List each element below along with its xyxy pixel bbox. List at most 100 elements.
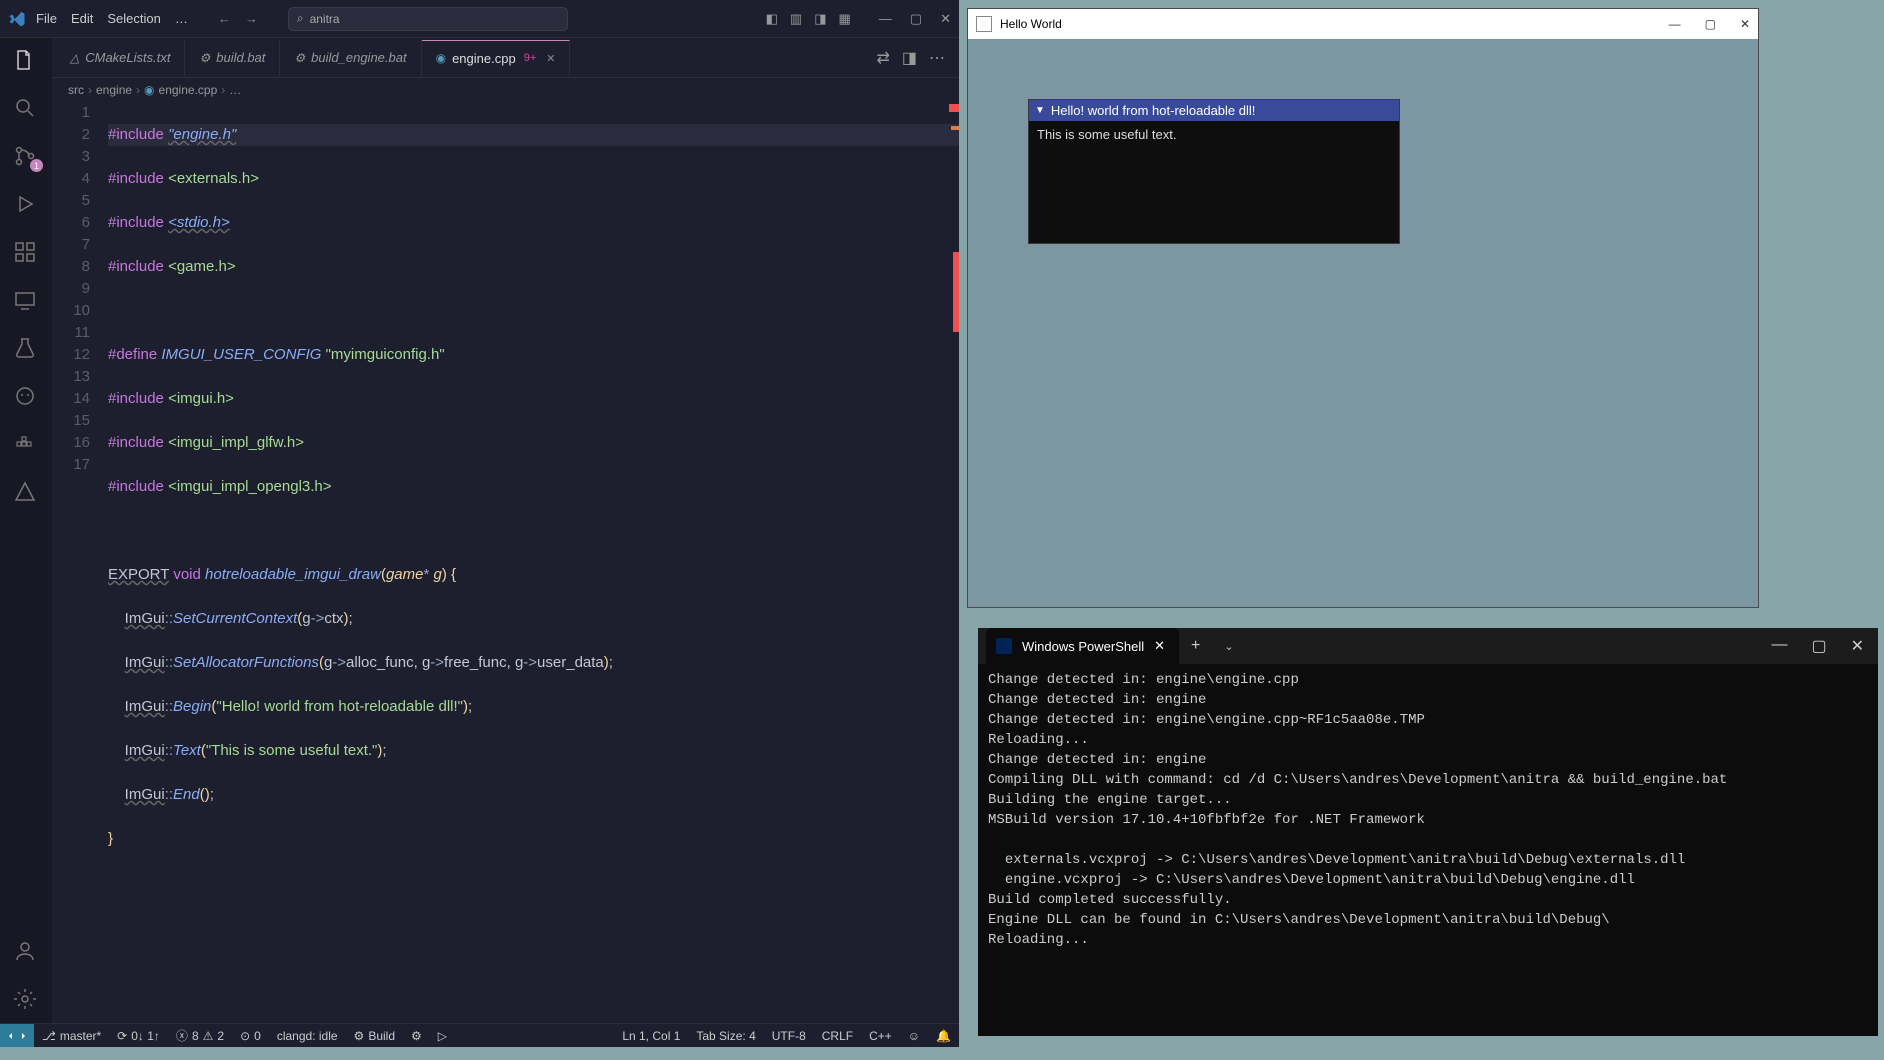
tab-cmakelists[interactable]: △CMakeLists.txt — [56, 40, 185, 76]
activity-testing-icon[interactable] — [13, 336, 39, 362]
nav-arrows: ← → — [218, 11, 258, 26]
tab-dropdown-icon[interactable]: ⌄ — [1212, 640, 1245, 653]
sync-icon: ⟳ — [117, 1029, 127, 1043]
status-feedback-icon[interactable]: ☺ — [900, 1029, 928, 1043]
status-problems[interactable]: ⓧ8 ⚠2 — [168, 1027, 232, 1044]
code-editor[interactable]: 1234567891011121314151617 #include "engi… — [52, 102, 959, 1023]
window-maximize-icon[interactable]: ▢ — [910, 11, 922, 27]
cmake-file-icon: △ — [70, 51, 79, 65]
status-tabsize[interactable]: Tab Size: 4 — [688, 1029, 763, 1043]
new-tab-button[interactable]: + — [1179, 637, 1212, 655]
activity-extensions-icon[interactable] — [13, 240, 39, 266]
layout-customize-icon[interactable]: ▦ — [839, 11, 851, 27]
terminal-tab-powershell[interactable]: Windows PowerShell ✕ — [986, 628, 1179, 664]
tab-engine-cpp[interactable]: ◉engine.cpp9+✕ — [422, 40, 571, 76]
menu-edit[interactable]: Edit — [71, 11, 93, 26]
window-close-icon[interactable]: ✕ — [1851, 636, 1864, 656]
tab-overflow-icon[interactable]: ⋯ — [929, 48, 945, 68]
tab-build-bat[interactable]: ⚙build.bat — [185, 40, 280, 76]
activity-cmake-icon[interactable] — [13, 480, 39, 506]
activity-remote-icon[interactable] — [13, 288, 39, 314]
hello-world-window: Hello World — ▢ ✕ ▼ Hello! world from ho… — [967, 8, 1759, 608]
branch-icon: ⎇ — [42, 1029, 56, 1043]
gear-icon: ⚙ — [354, 1029, 365, 1043]
status-bar: ⎇master* ⟳0↓ 1↑ ⓧ8 ⚠2 ⊙0 clangd: idle ⚙B… — [0, 1023, 959, 1047]
status-ports[interactable]: ⊙0 — [232, 1029, 269, 1043]
status-build[interactable]: ⚙Build — [346, 1029, 403, 1043]
layout-toggle-panel-icon[interactable]: ▥ — [790, 11, 802, 27]
editor-tabs: △CMakeLists.txt ⚙build.bat ⚙build_engine… — [52, 38, 959, 78]
terminal-tabs: Windows PowerShell ✕ + ⌄ — ▢ ✕ — [978, 628, 1878, 664]
activity-debug-icon[interactable] — [13, 192, 39, 218]
status-branch[interactable]: ⎇master* — [34, 1029, 109, 1043]
activity-copilot-icon[interactable] — [13, 384, 39, 410]
status-eol[interactable]: CRLF — [814, 1029, 861, 1043]
window-minimize-icon[interactable]: — — [879, 11, 892, 26]
status-language[interactable]: C++ — [861, 1029, 900, 1043]
status-debug-config-icon[interactable]: ⚙ — [403, 1029, 430, 1043]
close-tab-icon[interactable]: ✕ — [546, 52, 555, 65]
imgui-body: This is some useful text. — [1029, 121, 1399, 243]
imgui-window[interactable]: ▼ Hello! world from hot-reloadable dll! … — [1028, 99, 1400, 244]
nav-back-icon[interactable]: ← — [218, 11, 231, 26]
cpp-file-icon: ◉ — [436, 51, 446, 65]
imgui-titlebar[interactable]: ▼ Hello! world from hot-reloadable dll! — [1029, 100, 1399, 121]
nav-forward-icon[interactable]: → — [245, 11, 258, 26]
error-icon: ⓧ — [176, 1027, 188, 1044]
powershell-window: Windows PowerShell ✕ + ⌄ — ▢ ✕ Change de… — [978, 628, 1878, 1036]
command-center[interactable]: ⌕ anitra — [288, 7, 568, 31]
menu-bar: File Edit Selection … — [36, 11, 188, 26]
activity-scm-icon[interactable]: 1 — [13, 144, 39, 170]
app-title: Hello World — [1000, 17, 1062, 31]
activity-explorer-icon[interactable] — [13, 48, 39, 74]
line-gutter: 1234567891011121314151617 — [52, 102, 108, 1023]
imgui-title: Hello! world from hot-reloadable dll! — [1051, 103, 1255, 118]
activity-bar: 1 — [0, 38, 52, 1023]
compare-changes-icon[interactable]: ⇄ — [876, 48, 889, 68]
window-minimize-icon[interactable]: — — [1669, 17, 1681, 31]
window-maximize-icon[interactable]: ▢ — [1811, 636, 1826, 656]
status-sync[interactable]: ⟳0↓ 1↑ — [109, 1029, 168, 1043]
activity-docker-icon[interactable] — [13, 432, 39, 458]
collapse-triangle-icon[interactable]: ▼ — [1035, 105, 1045, 116]
menu-file[interactable]: File — [36, 11, 57, 26]
window-minimize-icon[interactable]: — — [1771, 636, 1787, 656]
window-close-icon[interactable]: ✕ — [1740, 17, 1750, 31]
overview-ruler[interactable] — [945, 102, 959, 1023]
close-tab-icon[interactable]: ✕ — [1154, 638, 1165, 654]
status-clangd[interactable]: clangd: idle — [269, 1029, 346, 1043]
window-maximize-icon[interactable]: ▢ — [1705, 17, 1716, 31]
activity-settings-icon[interactable] — [13, 987, 39, 1013]
hello-world-titlebar: Hello World — ▢ ✕ — [968, 9, 1758, 39]
bat-file-icon: ⚙ — [199, 51, 210, 65]
powershell-icon — [996, 638, 1012, 654]
window-close-icon[interactable]: ✕ — [940, 11, 951, 27]
search-text: anitra — [310, 12, 340, 26]
vscode-logo-icon — [8, 10, 26, 28]
menu-selection[interactable]: Selection — [107, 11, 160, 26]
app-icon — [976, 16, 992, 32]
vscode-titlebar: File Edit Selection … ← → ⌕ anitra ◧ ▥ ◨… — [0, 0, 959, 38]
split-editor-icon[interactable]: ◨ — [902, 48, 917, 68]
activity-search-icon[interactable] — [13, 96, 39, 122]
layout-toggle-primary-icon[interactable]: ◧ — [766, 11, 778, 27]
radio-icon: ⊙ — [240, 1029, 250, 1043]
status-run-icon[interactable]: ▷ — [430, 1029, 455, 1043]
imgui-text: This is some useful text. — [1037, 127, 1176, 142]
code-text[interactable]: #include "engine.h" #include <externals.… — [108, 102, 959, 1023]
tab-build-engine-bat[interactable]: ⚙build_engine.bat — [280, 40, 421, 76]
search-icon: ⌕ — [297, 11, 304, 26]
bat-file-icon: ⚙ — [294, 51, 305, 65]
menu-overflow[interactable]: … — [175, 11, 188, 26]
status-cursor[interactable]: Ln 1, Col 1 — [614, 1029, 688, 1043]
status-remote-icon[interactable] — [0, 1024, 34, 1047]
activity-account-icon[interactable] — [13, 939, 39, 965]
terminal-output[interactable]: Change detected in: engine\engine.cpp Ch… — [978, 664, 1878, 1036]
editor-area: △CMakeLists.txt ⚙build.bat ⚙build_engine… — [52, 38, 959, 1023]
layout-toggle-secondary-icon[interactable]: ◨ — [814, 11, 826, 27]
status-encoding[interactable]: UTF-8 — [764, 1029, 814, 1043]
warning-icon: ⚠ — [203, 1029, 214, 1043]
status-bell-icon[interactable]: 🔔 — [928, 1029, 959, 1043]
breadcrumb[interactable]: src› engine› ◉engine.cpp› … — [52, 78, 959, 102]
vscode-window: File Edit Selection … ← → ⌕ anitra ◧ ▥ ◨… — [0, 0, 959, 1047]
